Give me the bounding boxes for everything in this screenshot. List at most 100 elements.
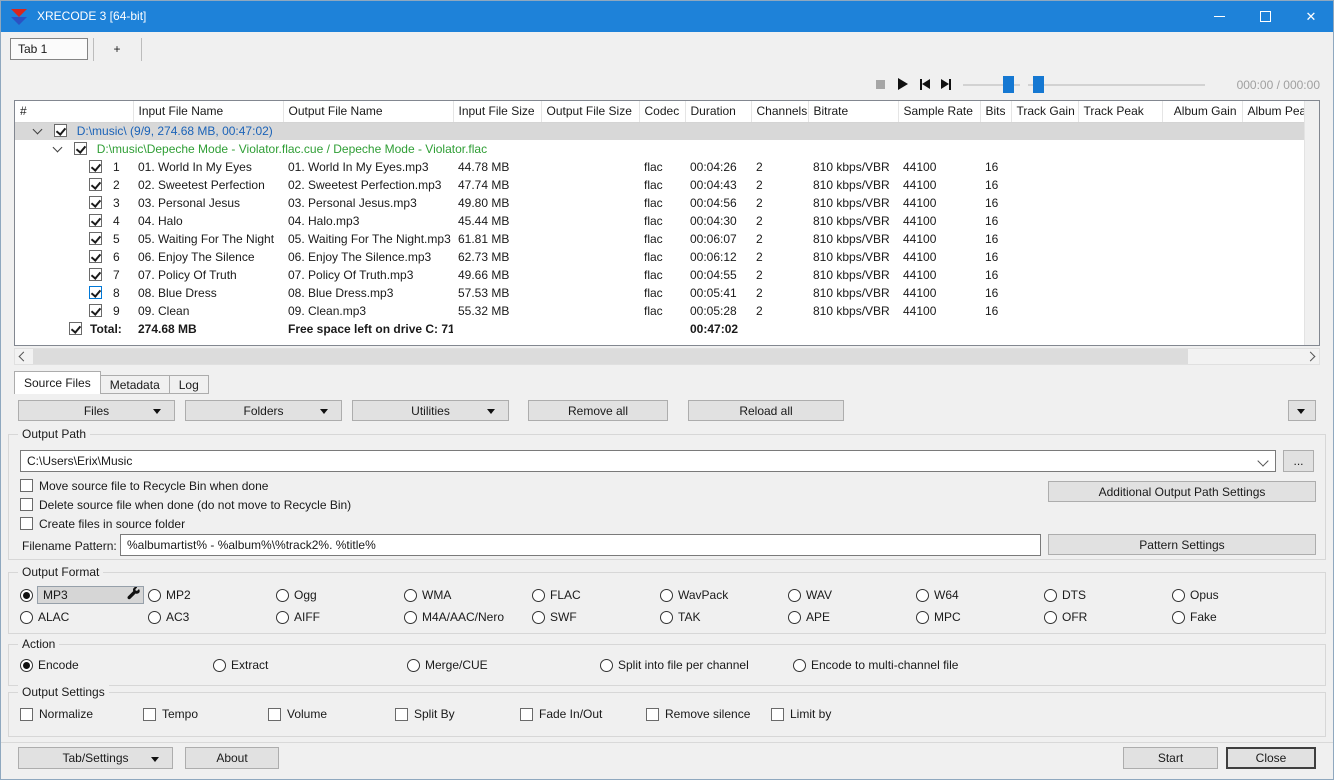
checkbox-normalize[interactable]: Normalize <box>20 707 143 721</box>
table-row[interactable]: 6 06. Enjoy The Silence 06. Enjoy The Sile… <box>15 248 1305 266</box>
filename-pattern-input[interactable]: %albumartist% - %album%\%track2%. %title… <box>120 534 1041 556</box>
radio-swf[interactable]: SWF <box>532 610 660 624</box>
column-header-codec[interactable]: Codec <box>639 101 686 123</box>
table-row[interactable]: 3 03. Personal Jesus 03. Personal Jesus.mp… <box>15 194 1305 212</box>
row-checkbox[interactable] <box>89 286 102 299</box>
tab-metadata[interactable]: Metadata <box>99 375 170 394</box>
close-window-button[interactable]: ✕ <box>1288 0 1334 32</box>
table-row[interactable]: 2 02. Sweetest Perfection 02. Sweetest Per… <box>15 176 1305 194</box>
maximize-button[interactable] <box>1242 0 1288 32</box>
checkbox-remove-silence[interactable]: Remove silence <box>646 707 771 721</box>
collapse-chevron-icon[interactable] <box>52 142 63 153</box>
row-checkbox[interactable] <box>89 214 102 227</box>
row-checkbox[interactable] <box>89 232 102 245</box>
radio-dts[interactable]: DTS <box>1044 586 1172 604</box>
column-header-output-file-name[interactable]: Output File Name <box>283 101 454 123</box>
checkbox-split-by[interactable]: Split By <box>395 707 520 721</box>
pattern-settings-button[interactable]: Pattern Settings <box>1048 534 1316 555</box>
row-checkbox[interactable] <box>89 196 102 209</box>
reload-all-button[interactable]: Reload all <box>688 400 844 421</box>
tab-source-files[interactable]: Source Files <box>14 371 101 394</box>
radio-extract[interactable]: Extract <box>213 658 407 672</box>
column-header-album-peak[interactable]: Album Peak <box>1242 101 1306 123</box>
radio-ogg[interactable]: Ogg <box>276 586 404 604</box>
group-checkbox[interactable] <box>74 142 88 155</box>
row-checkbox[interactable] <box>89 250 102 263</box>
row-checkbox[interactable] <box>89 178 102 191</box>
radio-m4a-aac-nero[interactable]: M4A/AAC/Nero <box>404 610 532 624</box>
files-button[interactable]: Files <box>18 400 175 421</box>
column-header-duration[interactable]: Duration <box>685 101 752 123</box>
radio-wavpack[interactable]: WavPack <box>660 586 788 604</box>
start-button[interactable]: Start <box>1123 747 1218 769</box>
scrollbar-thumb[interactable] <box>33 349 1188 364</box>
radio-tak[interactable]: TAK <box>660 610 788 624</box>
previous-track-button[interactable] <box>917 76 933 92</box>
about-button[interactable]: About <box>185 747 279 769</box>
group-checkbox[interactable] <box>54 124 68 138</box>
total-checkbox[interactable] <box>69 322 82 335</box>
column-header-bitrate[interactable]: Bitrate <box>808 101 899 123</box>
horizontal-scrollbar[interactable] <box>14 348 1320 365</box>
add-tab-button[interactable]: + <box>94 38 140 60</box>
volume-slider-thumb[interactable] <box>1003 76 1014 93</box>
utilities-button[interactable]: Utilities <box>352 400 509 421</box>
group-row-cue[interactable]: D:\music\Depeche Mode - Violator.flac.cu… <box>15 140 1305 158</box>
radio-aiff[interactable]: AIFF <box>276 610 404 624</box>
radio-wma[interactable]: WMA <box>404 586 532 604</box>
more-options-button[interactable] <box>1288 400 1316 421</box>
table-row[interactable]: 1 01. World In My Eyes 01. World In My Eye… <box>15 158 1305 176</box>
vertical-scrollbar[interactable] <box>1304 101 1319 345</box>
scroll-left-button[interactable] <box>15 349 32 364</box>
tab-1[interactable]: Tab 1 <box>10 38 88 60</box>
next-track-button[interactable] <box>938 76 954 92</box>
radio-fake[interactable]: Fake <box>1172 610 1300 624</box>
radio-ac3[interactable]: AC3 <box>148 610 276 624</box>
radio-encode-to-multi-channel-file[interactable]: Encode to multi-channel file <box>793 658 1033 672</box>
play-button[interactable] <box>895 76 911 92</box>
group-row-folder[interactable]: D:\music\ (9/9, 274.68 MB, 00:47:02) <box>15 122 1305 140</box>
radio-w64[interactable]: W64 <box>916 586 1044 604</box>
table-row[interactable]: 7 07. Policy Of Truth 07. Policy Of Truth.… <box>15 266 1305 284</box>
tab-settings-button[interactable]: Tab/Settings <box>18 747 173 769</box>
column-header-channels[interactable]: Channels <box>751 101 809 123</box>
radio-mp2[interactable]: MP2 <box>148 586 276 604</box>
column-header-num[interactable]: # <box>15 101 134 123</box>
output-path-combobox[interactable]: C:\Users\Erix\Music <box>20 450 1276 472</box>
tab-log[interactable]: Log <box>168 375 209 394</box>
close-button[interactable]: Close <box>1226 747 1316 769</box>
seek-slider[interactable] <box>1028 76 1205 93</box>
volume-slider[interactable] <box>963 76 1020 93</box>
checkbox-fade-in-out[interactable]: Fade In/Out <box>520 707 646 721</box>
table-row[interactable]: 4 04. Halo 04. Halo.mp3 45.44 MB flac 00:04:3… <box>15 212 1305 230</box>
minimize-button[interactable] <box>1196 0 1242 32</box>
checkbox-limit-by[interactable]: Limit by <box>771 707 891 721</box>
column-header-input-file-size[interactable]: Input File Size <box>453 101 542 123</box>
table-row[interactable]: 9 09. Clean 09. Clean.mp3 55.32 MB flac 00:05… <box>15 302 1305 320</box>
radio-encode[interactable]: Encode <box>20 658 213 672</box>
seek-slider-thumb[interactable] <box>1033 76 1044 93</box>
table-row[interactable]: 5 05. Waiting For The Night 05. Waiting Fo… <box>15 230 1305 248</box>
radio-ofr[interactable]: OFR <box>1044 610 1172 624</box>
checkbox-move-source-file-to-recycle-bin-when-done[interactable]: Move source file to Recycle Bin when don… <box>20 476 351 495</box>
radio-flac[interactable]: FLAC <box>532 586 660 604</box>
checkbox-create-files-in-source-folder[interactable]: Create files in source folder <box>20 514 351 533</box>
remove-all-button[interactable]: Remove all <box>528 400 668 421</box>
browse-button[interactable]: ... <box>1283 450 1314 472</box>
folders-button[interactable]: Folders <box>185 400 342 421</box>
radio-split-into-file-per-channel[interactable]: Split into file per channel <box>600 658 793 672</box>
scroll-right-button[interactable] <box>1302 349 1319 364</box>
radio-merge-cue[interactable]: Merge/CUE <box>407 658 600 672</box>
radio-wav[interactable]: WAV <box>788 586 916 604</box>
radio-mp3[interactable]: MP3 <box>20 586 148 604</box>
collapse-chevron-icon[interactable] <box>32 124 43 135</box>
column-header-bits[interactable]: Bits <box>980 101 1012 123</box>
row-checkbox[interactable] <box>89 304 102 317</box>
column-header-sample-rate[interactable]: Sample Rate <box>898 101 981 123</box>
table-row[interactable]: 8 08. Blue Dress 08. Blue Dress.mp3 57.53 M… <box>15 284 1305 302</box>
column-header-track-gain[interactable]: Track Gain <box>1011 101 1079 123</box>
stop-button[interactable] <box>872 76 888 92</box>
radio-opus[interactable]: Opus <box>1172 586 1300 604</box>
row-checkbox[interactable] <box>89 268 102 281</box>
radio-alac[interactable]: ALAC <box>20 610 148 624</box>
